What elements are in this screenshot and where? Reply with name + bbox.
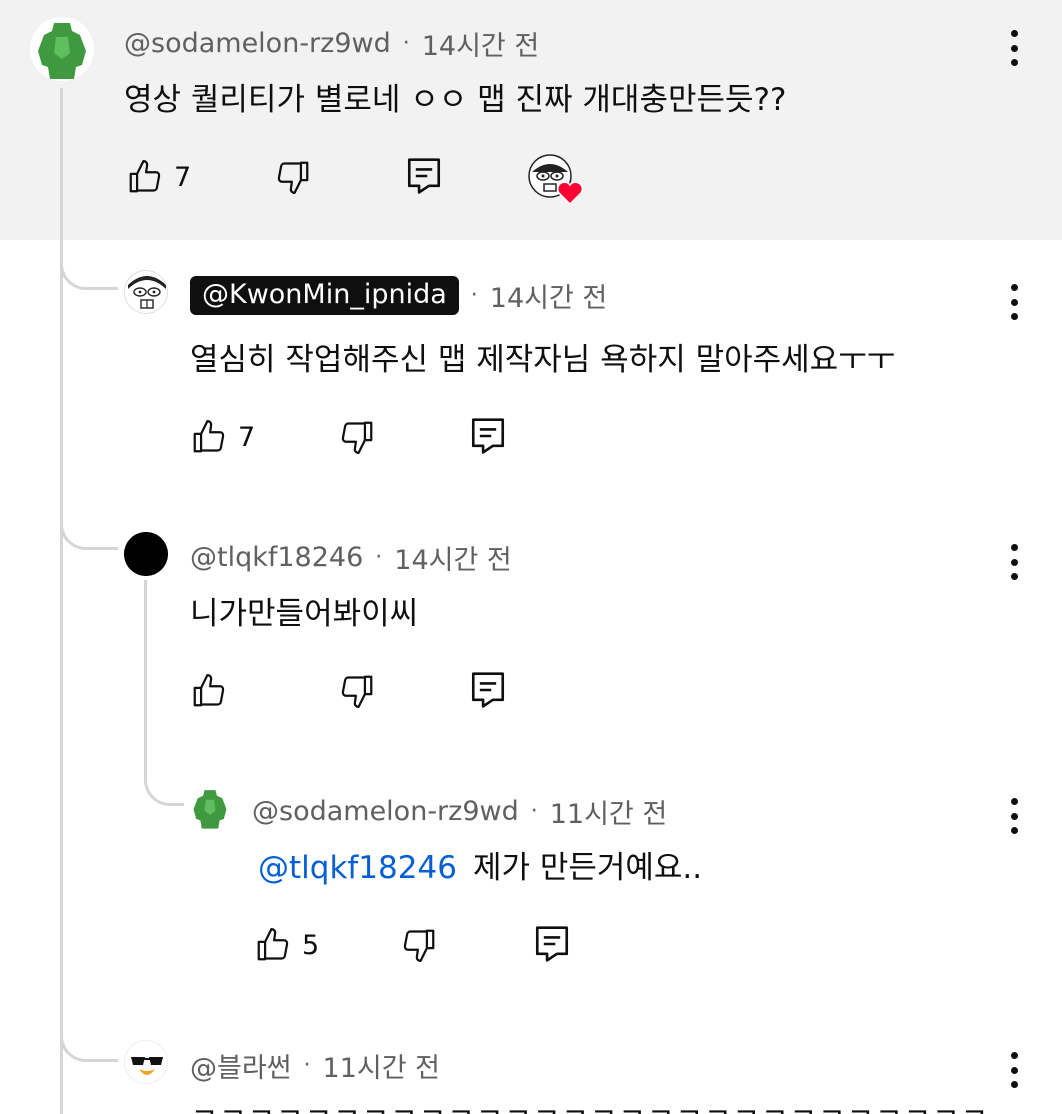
- dislike-button[interactable]: [400, 926, 438, 964]
- heart-icon: [528, 154, 584, 206]
- comment-time[interactable]: 11시간 전: [323, 1046, 440, 1085]
- channel-owner-badge[interactable]: @KwonMin_ipnida: [190, 276, 459, 315]
- comment-meta: @KwonMin_ipnida · 14시간 전: [190, 276, 607, 315]
- more-vert-icon[interactable]: [1010, 284, 1018, 320]
- more-vert-icon[interactable]: [1010, 544, 1018, 580]
- comment-meta: @블라썬 · 11시간 전: [190, 1046, 440, 1085]
- separator-dot: ·: [303, 1053, 311, 1078]
- comment-text: 제가 만든거예요..: [472, 850, 703, 886]
- avatar[interactable]: [30, 17, 94, 81]
- comment-text: 열심히 작업해주신 맵 제작자님 욕하지 말아주세요ㅜㅜ: [190, 342, 896, 378]
- like-count: 5: [302, 929, 320, 961]
- dislike-button[interactable]: [338, 672, 376, 710]
- thumb-down-icon: [277, 161, 309, 194]
- avatar[interactable]: [124, 1040, 168, 1084]
- more-vert-icon[interactable]: [1010, 1052, 1018, 1088]
- green-figure-avatar-image: [188, 786, 232, 830]
- author-handle[interactable]: @블라썬: [190, 1046, 292, 1085]
- reply-icon: [471, 672, 505, 708]
- comment-time[interactable]: 11시간 전: [550, 792, 667, 831]
- thumb-down-icon: [403, 929, 435, 962]
- reply-button[interactable]: [406, 156, 442, 196]
- comment-time[interactable]: 14시간 전: [422, 24, 539, 63]
- comment-text-row: @tlqkf18246 제가 만든거예요..: [258, 842, 702, 887]
- reply-icon: [471, 418, 505, 454]
- comment-time[interactable]: 14시간 전: [490, 276, 607, 315]
- creator-heart[interactable]: [528, 154, 586, 206]
- reply-icon: [535, 926, 569, 962]
- thumb-up-icon: [129, 160, 161, 193]
- dislike-button[interactable]: [274, 158, 312, 196]
- like-button[interactable]: 7: [190, 418, 255, 456]
- like-count: 7: [174, 161, 192, 193]
- sunglasses-bird-avatar-image: [125, 1041, 167, 1083]
- like-button[interactable]: [190, 672, 238, 710]
- comment-text: 니가만들어봐이씨: [190, 596, 419, 632]
- avatar[interactable]: [124, 532, 168, 576]
- like-count: 7: [238, 421, 256, 453]
- reply-button[interactable]: [534, 924, 570, 964]
- more-vert-icon[interactable]: [1010, 30, 1018, 66]
- thumb-up-icon: [193, 420, 225, 453]
- green-figure-avatar-image: [30, 17, 94, 81]
- thread-branch-1: [60, 240, 118, 290]
- separator-dot: ·: [402, 31, 410, 56]
- comment-text: 영상 퀄리티가 별로네 ㅇㅇ 맵 진짜 개대충만든듯??: [124, 82, 787, 118]
- reply-button[interactable]: [470, 670, 506, 710]
- dislike-button[interactable]: [338, 418, 376, 456]
- author-handle[interactable]: @tlqkf18246: [190, 542, 363, 573]
- like-button[interactable]: 7: [126, 158, 191, 196]
- author-handle[interactable]: @sodamelon-rz9wd: [252, 796, 519, 827]
- author-handle[interactable]: @sodamelon-rz9wd: [124, 28, 391, 59]
- reply-icon: [407, 158, 441, 194]
- thumb-up-icon: [193, 674, 225, 707]
- separator-dot: ·: [470, 283, 478, 308]
- avatar[interactable]: [124, 270, 168, 314]
- cartoon-face-avatar-image: [125, 271, 167, 313]
- avatar[interactable]: [188, 786, 232, 830]
- comment-text: ㅋㅋㅋㅋㅋㅋㅋㅋㅋㅋㅋㅋㅋㅋㅋㅋㅋㅋㅋㅋㅋㅋㅋㅋㅋㅋㅋㅋㅋㅋㅋㅋㅋㅋㅋㅋㅋㅋㅋㅋ…: [190, 1094, 990, 1114]
- comment-meta: @sodamelon-rz9wd · 14시간 전: [124, 24, 539, 63]
- comment-meta: @sodamelon-rz9wd · 11시간 전: [252, 792, 667, 831]
- sub-thread-branch: [144, 760, 184, 806]
- thumb-down-icon: [341, 675, 373, 708]
- more-vert-icon[interactable]: [1010, 798, 1018, 834]
- sub-thread-line: [144, 580, 147, 780]
- thumb-up-icon: [257, 928, 289, 961]
- thread-branch-3: [60, 1012, 118, 1062]
- separator-dot: ·: [375, 545, 383, 570]
- separator-dot: ·: [530, 799, 538, 824]
- black-circle-avatar-image: [124, 532, 168, 576]
- mention-link[interactable]: @tlqkf18246: [258, 850, 457, 886]
- comment-time[interactable]: 14시간 전: [394, 538, 511, 577]
- thumb-down-icon: [341, 421, 373, 454]
- like-button[interactable]: 5: [254, 926, 319, 964]
- reply-button[interactable]: [470, 416, 506, 456]
- thread-branch-2: [60, 500, 118, 550]
- comment-meta: @tlqkf18246 · 14시간 전: [190, 538, 512, 577]
